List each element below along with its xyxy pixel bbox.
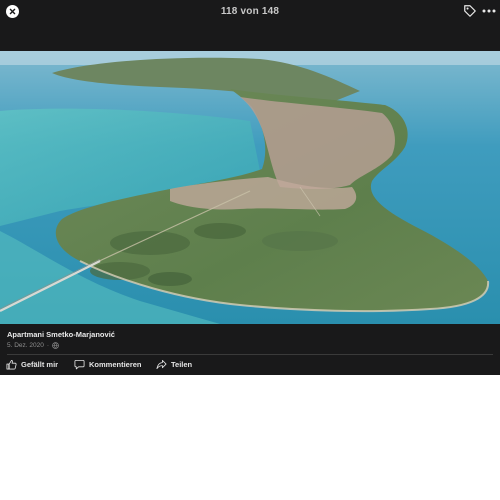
share-arrow-icon: [156, 359, 167, 370]
post-photo[interactable]: [0, 51, 500, 324]
more-options-button[interactable]: [481, 4, 497, 18]
post-info: Apartmani Smetko-Marjanović 5. Dez. 2020…: [7, 330, 115, 349]
post-date[interactable]: 5. Dez. 2020: [7, 342, 44, 349]
photo-counter: 118 von 148: [220, 6, 280, 17]
post-author[interactable]: Apartmani Smetko-Marjanović: [7, 330, 115, 339]
like-label: Gefällt mir: [21, 360, 59, 369]
comment-label: Kommentieren: [89, 360, 142, 369]
meta-separator: ·: [46, 342, 50, 349]
more-horizontal-icon: [482, 9, 496, 13]
speech-bubble-icon: [74, 359, 85, 370]
post-actions-bar: Gefällt mir Kommentieren Teilen: [0, 359, 500, 373]
thumbs-up-icon: [6, 359, 17, 370]
globe-icon: [52, 342, 59, 349]
aerial-photo-image: [0, 51, 500, 324]
post-meta: 5. Dez. 2020 ·: [7, 342, 115, 349]
tag-button[interactable]: [463, 4, 477, 18]
actions-divider: [7, 354, 493, 355]
tag-icon: [464, 5, 476, 17]
like-button[interactable]: Gefällt mir: [6, 359, 58, 370]
share-label: Teilen: [171, 360, 193, 369]
share-button[interactable]: Teilen: [156, 359, 192, 370]
viewer-top-bar: 118 von 148: [0, 0, 500, 24]
photo-viewer: 118 von 148 Apartmani Smetko-Marjanović …: [0, 0, 500, 375]
comment-button[interactable]: Kommentieren: [74, 359, 142, 370]
